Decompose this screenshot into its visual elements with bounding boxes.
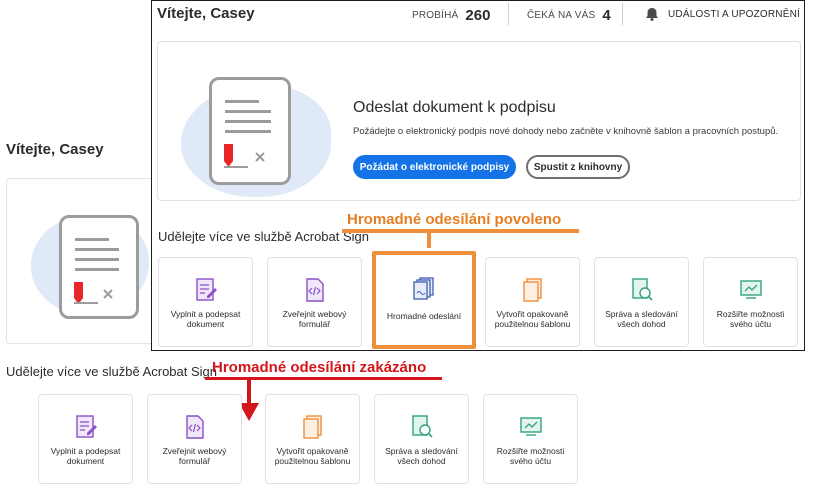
hero-card: Odeslat dokument k podpisu Požádejte o e… <box>157 41 801 201</box>
web-form-icon <box>185 415 204 439</box>
stat-waiting[interactable]: ČEKÁ NA VÁS 4 <box>527 1 611 29</box>
tile-template[interactable]: Vytvořit opakovaně použitelnou šablonu <box>485 257 580 347</box>
expand-account-icon <box>519 417 542 436</box>
tile-expand-account[interactable]: Rozšiřte možnosti svého účtu <box>703 257 798 347</box>
tile-label: Zveřejnit webový formulář <box>282 309 347 329</box>
tile-label: Vytvořit opakovaně použitelnou šablonu <box>274 446 351 466</box>
page-title: Vítejte, Casey <box>157 5 255 22</box>
fill-sign-icon <box>195 278 217 301</box>
annotation-enabled: Hromadné odesílání povoleno <box>347 211 562 228</box>
tile-label: Vytvořit opakovaně použitelnou šablonu <box>494 309 571 329</box>
stat-in-progress[interactable]: PROBÍHÁ 260 <box>412 1 490 29</box>
stat-label: PROBÍHÁ <box>412 9 459 21</box>
stat-count: 4 <box>602 6 611 24</box>
hero-subtitle: Požádejte o elektronický podpis nové doh… <box>353 126 779 137</box>
annotation-arrow-stem <box>247 380 251 404</box>
events-link[interactable]: UDÁLOSTI A UPOZORNĚNÍ <box>668 9 800 20</box>
tile-label: Zveřejnit webový formulář <box>162 446 227 466</box>
template-icon <box>522 278 542 302</box>
document-illustration-icon <box>209 77 291 185</box>
tile-template[interactable]: Vytvořit opakovaně použitelnou šablonu <box>265 394 360 484</box>
annotation-underline <box>205 377 442 380</box>
document-illustration-icon <box>59 215 139 319</box>
page-title: Vítejte, Casey <box>6 141 104 158</box>
tile-expand-account[interactable]: Rozšiřte možnosti svého účtu <box>483 394 578 484</box>
hero-card <box>6 178 152 344</box>
annotation-connector <box>427 233 431 248</box>
header-bar: Vítejte, Casey PROBÍHÁ 260 ČEKÁ NA VÁS 4… <box>152 1 804 29</box>
template-icon <box>302 415 322 439</box>
expand-account-icon <box>739 280 762 299</box>
stat-count: 260 <box>465 6 491 24</box>
manage-agreements-icon <box>631 278 653 301</box>
tile-manage[interactable]: Správa a sledování všech dohod <box>374 394 469 484</box>
tile-label: Vyplnit a podepsat dokument <box>50 446 121 466</box>
bell-icon[interactable] <box>645 7 659 21</box>
tile-manage[interactable]: Správa a sledování všech dohod <box>594 257 689 347</box>
tile-web-form[interactable]: Zveřejnit webový formulář <box>147 394 242 484</box>
down-arrow-icon <box>239 403 259 421</box>
section-heading: Udělejte více ve službě Acrobat Sign <box>6 364 218 379</box>
stat-label: ČEKÁ NA VÁS <box>527 9 596 21</box>
tile-label: Rozšiřte možnosti svého účtu <box>496 446 565 466</box>
fill-sign-icon <box>75 415 97 438</box>
manage-agreements-icon <box>411 415 433 438</box>
tile-label: Hromadné odeslání <box>386 311 462 321</box>
hero-title: Odeslat dokument k podpisu <box>353 99 556 116</box>
request-signatures-button[interactable]: Požádat o elektronické podpisy <box>353 155 516 179</box>
tile-label: Správa a sledování všech dohod <box>605 309 678 329</box>
composite-screenshot: Vítejte, Casey Udělejte více ve službě A… <box>0 0 829 486</box>
web-form-icon <box>305 278 324 302</box>
tile-bulk-send[interactable]: Hromadné odeslání <box>372 251 476 349</box>
start-from-library-button[interactable]: Spustit z knihovny <box>526 155 630 179</box>
divider <box>508 3 509 25</box>
tile-label: Vyplnit a podepsat dokument <box>170 309 241 329</box>
annotation-disabled: Hromadné odesílání zakázáno <box>212 359 427 376</box>
section-heading: Udělejte více ve službě Acrobat Sign <box>158 229 370 244</box>
tile-fill-sign[interactable]: Vyplnit a podepsat dokument <box>158 257 253 347</box>
bulk-send-icon <box>413 277 434 300</box>
tile-fill-sign[interactable]: Vyplnit a podepsat dokument <box>38 394 133 484</box>
tile-label: Správa a sledování všech dohod <box>385 446 458 466</box>
tile-web-form[interactable]: Zveřejnit webový formulář <box>267 257 362 347</box>
enabled-view-window: Vítejte, Casey PROBÍHÁ 260 ČEKÁ NA VÁS 4… <box>151 0 805 351</box>
tile-label: Rozšiřte možnosti svého účtu <box>716 309 785 329</box>
annotation-underline <box>342 229 579 233</box>
divider <box>622 3 623 25</box>
